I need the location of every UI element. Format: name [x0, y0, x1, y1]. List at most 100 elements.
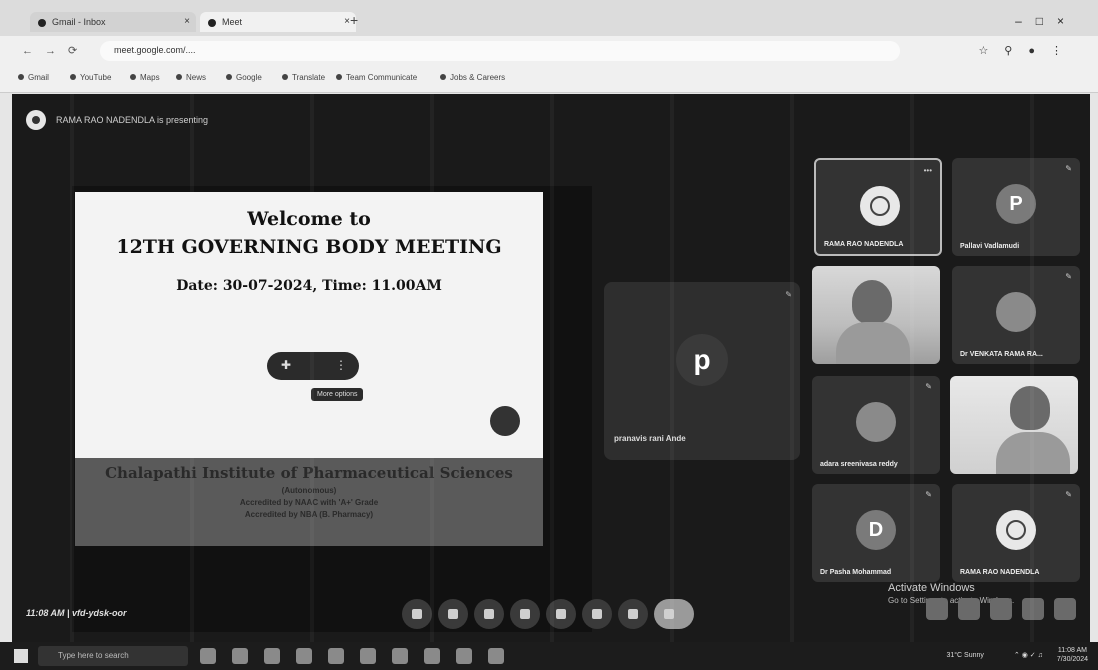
participant-tile[interactable]: ✎ p pranavis rani Ande — [604, 282, 800, 460]
lock-icon[interactable] — [1054, 598, 1076, 620]
participant-name: Pallavi Vadlamudi — [960, 243, 1020, 250]
raise-hand-button[interactable] — [582, 599, 612, 629]
app-icon[interactable] — [488, 648, 504, 664]
tab-label: Gmail - Inbox — [52, 17, 106, 27]
mic-off-icon: ✎ — [785, 290, 792, 299]
mic-off-icon: ✎ — [1065, 272, 1072, 281]
participant-name: RAMA RAO NADENDLA — [960, 569, 1040, 576]
participant-name: pranavis rani Ande — [614, 434, 686, 443]
participant-name: Dr VENKATA RAMA RA... — [960, 351, 1043, 358]
institute-sub: Accredited by NAAC with 'A+' Grade — [239, 498, 379, 507]
system-tray: 31°C Sunny ⌃ ◉ ✓ ♫ 11:08 AM 7/30/2024 — [946, 646, 1088, 664]
mic-button[interactable] — [402, 599, 432, 629]
address-bar[interactable]: meet.google.com/.... — [100, 41, 900, 61]
app-icon[interactable] — [200, 648, 216, 664]
speaking-icon: ••• — [923, 166, 932, 175]
avatar: D — [856, 510, 896, 550]
avatar — [860, 186, 900, 226]
pin-icon[interactable]: ✚ — [281, 358, 291, 372]
reactions-button[interactable] — [510, 599, 540, 629]
mic-off-icon: ✎ — [925, 382, 932, 391]
app-icon[interactable] — [232, 648, 248, 664]
leave-call-button[interactable] — [654, 599, 694, 629]
app-icon[interactable] — [264, 648, 280, 664]
app-icon[interactable] — [456, 648, 472, 664]
camera-button[interactable] — [438, 599, 468, 629]
clock-date: 7/30/2024 — [1056, 656, 1088, 663]
tab-meet[interactable]: Meet × — [200, 12, 356, 32]
participant-tile[interactable]: ✎ Dr VENKATA RAMA RA... — [952, 266, 1080, 364]
participant-tile[interactable]: ✎ RAMA RAO NADENDLA — [952, 484, 1080, 582]
participant-name: Dr Pasha Mohammad — [820, 569, 892, 576]
mic-off-icon: ✎ — [1065, 164, 1072, 173]
bookmark-item[interactable]: Google — [226, 73, 262, 82]
address-text: meet.google.com/.... — [114, 45, 196, 55]
institute-name: Chalapathi Institute of Pharmaceutical S… — [105, 464, 513, 482]
windows-start-icon[interactable] — [14, 649, 28, 663]
app-icon[interactable] — [360, 648, 376, 664]
bookmark-item[interactable]: Maps — [130, 73, 160, 82]
tooltip: More options — [311, 388, 364, 401]
present-icon — [26, 110, 46, 130]
present-button[interactable] — [546, 599, 576, 629]
mic-off-icon: ✎ — [925, 490, 932, 499]
slide-welcome: Welcome to — [247, 208, 371, 230]
captions-button[interactable] — [474, 599, 504, 629]
app-icon[interactable] — [296, 648, 312, 664]
app-icon[interactable] — [424, 648, 440, 664]
taskbar: Type here to search 31°C Sunny ⌃ ◉ ✓ ♫ 1… — [0, 642, 1098, 670]
participant-name: RAMA RAO NADENDLA — [824, 241, 904, 248]
institute-sub: Accredited by NBA (B. Pharmacy) — [244, 510, 374, 519]
more-options-button[interactable] — [618, 599, 648, 629]
participant-tile[interactable]: ✎ P Pallavi Vadlamudi — [952, 158, 1080, 256]
close-icon[interactable]: × — [184, 12, 190, 32]
app-icon[interactable] — [392, 648, 408, 664]
participant-tile[interactable] — [950, 376, 1078, 474]
clock[interactable]: 11:08 AM 7/30/2024 — [1057, 646, 1088, 664]
participant-name: adara sreenivasa reddy — [820, 461, 898, 468]
presenting-banner: RAMA RAO NADENDLA is presenting — [26, 108, 208, 132]
presenting-label: RAMA RAO NADENDLA is presenting — [56, 115, 209, 125]
chat-icon[interactable] — [990, 598, 1012, 620]
window-controls[interactable]: –□× — [1015, 14, 1078, 28]
participant-tile[interactable]: ✎ adara sreenivasa reddy — [812, 376, 940, 474]
slide-title: 12TH GOVERNING BODY MEETING — [116, 236, 502, 258]
participant-tile[interactable]: ••• RAMA RAO NADENDLA — [814, 158, 942, 256]
tab-favicon — [38, 18, 46, 27]
slide-date: Date: 30-07-2024, Time: 11.00AM — [176, 278, 442, 294]
bookmarks-bar: Gmail YouTube Maps News Google Translate… — [0, 66, 1098, 93]
participant-tile[interactable]: ✎ D Dr Pasha Mohammad — [812, 484, 940, 582]
people-icon[interactable] — [958, 598, 980, 620]
info-icon[interactable] — [926, 598, 948, 620]
tray-icons[interactable]: ⌃ ◉ ✓ ♫ — [1014, 651, 1043, 659]
activities-icon[interactable] — [1022, 598, 1044, 620]
meet-side-controls — [916, 598, 1076, 620]
taskbar-search[interactable]: Type here to search — [38, 646, 188, 666]
presentation-options[interactable]: ✚ ⋮ — [267, 352, 359, 380]
address-row: ←→⟳ meet.google.com/.... ☆⚲●⋮ — [0, 36, 1098, 66]
avatar: P — [996, 184, 1036, 224]
bookmark-item[interactable]: Jobs & Careers — [440, 73, 505, 82]
weather-label[interactable]: 31°C Sunny — [946, 652, 983, 659]
slide-footer: Chalapathi Institute of Pharmaceutical S… — [75, 458, 543, 546]
browser-toolbar-icons[interactable]: ☆⚲●⋮ — [978, 44, 1078, 57]
more-options-icon[interactable]: ⋮ — [335, 358, 347, 372]
bookmark-item[interactable]: Gmail — [18, 73, 49, 82]
meeting-time-code: 11:08 AM | vfd-ydsk-oor — [26, 608, 127, 618]
tab-label: Meet — [222, 17, 243, 27]
person-body — [836, 322, 910, 364]
mute-icon[interactable] — [490, 406, 520, 436]
participant-tile[interactable] — [812, 266, 940, 364]
meet-window: RAMA RAO NADENDLA is presenting Welcome … — [12, 94, 1090, 642]
nav-buttons[interactable]: ←→⟳ — [22, 44, 89, 57]
search-placeholder: Type here to search — [58, 651, 129, 660]
bookmark-item[interactable]: News — [176, 73, 206, 82]
app-icon[interactable] — [328, 648, 344, 664]
tab-gmail[interactable]: Gmail - Inbox × — [30, 12, 196, 32]
avatar — [856, 402, 896, 442]
new-tab-button[interactable]: + — [350, 12, 358, 28]
bookmark-item[interactable]: YouTube — [70, 73, 111, 82]
mic-off-icon: ✎ — [1065, 490, 1072, 499]
bookmark-item[interactable]: Team Communicate — [336, 73, 417, 82]
bookmark-item[interactable]: Translate — [282, 73, 325, 82]
